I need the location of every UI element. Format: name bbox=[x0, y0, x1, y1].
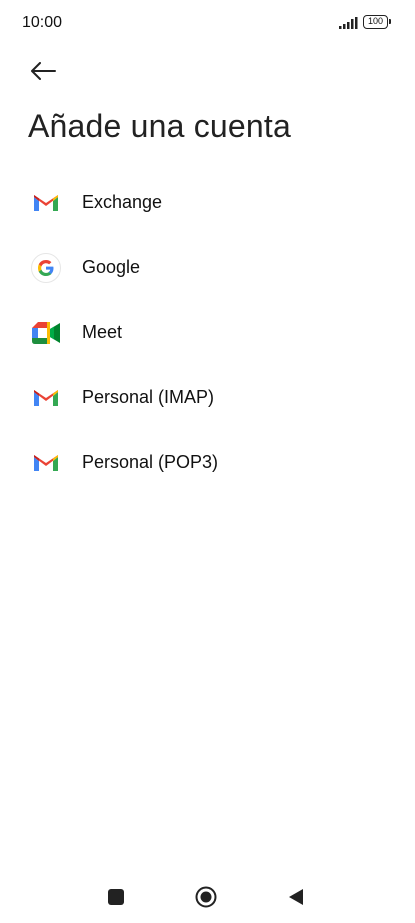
home-button[interactable] bbox=[195, 886, 217, 908]
account-item-exchange[interactable]: Exchange bbox=[0, 170, 415, 235]
gmail-icon bbox=[30, 382, 62, 414]
account-item-google[interactable]: Google bbox=[0, 235, 415, 300]
account-label: Personal (POP3) bbox=[82, 452, 219, 472]
page-title: Añade una cuenta bbox=[28, 108, 291, 144]
gmail-icon bbox=[30, 447, 62, 479]
google-icon bbox=[30, 252, 62, 284]
status-bar: 10:00 100 bbox=[0, 0, 415, 46]
account-item-personal-imap[interactable]: Personal (IMAP) bbox=[0, 365, 415, 430]
nav-back-button[interactable] bbox=[287, 888, 305, 906]
arrow-left-icon bbox=[31, 62, 56, 80]
account-item-meet[interactable]: Meet bbox=[0, 300, 415, 365]
recents-button[interactable] bbox=[108, 889, 124, 905]
account-list: Exchange Google Meet Personal (IMAP) Per… bbox=[0, 170, 415, 495]
status-time: 10:00 bbox=[22, 14, 63, 31]
account-label: Exchange bbox=[82, 192, 163, 212]
gmail-icon bbox=[30, 187, 62, 219]
account-item-personal-pop3[interactable]: Personal (POP3) bbox=[0, 430, 415, 495]
back-button[interactable] bbox=[28, 56, 58, 86]
meet-icon bbox=[30, 317, 62, 349]
battery-icon: 100 bbox=[363, 15, 391, 29]
account-label: Google bbox=[82, 257, 141, 277]
battery-level: 100 bbox=[367, 16, 384, 26]
signal-icon bbox=[339, 17, 358, 29]
account-label: Meet bbox=[82, 322, 123, 342]
navigation-bar bbox=[0, 868, 415, 923]
account-label: Personal (IMAP) bbox=[82, 387, 215, 407]
